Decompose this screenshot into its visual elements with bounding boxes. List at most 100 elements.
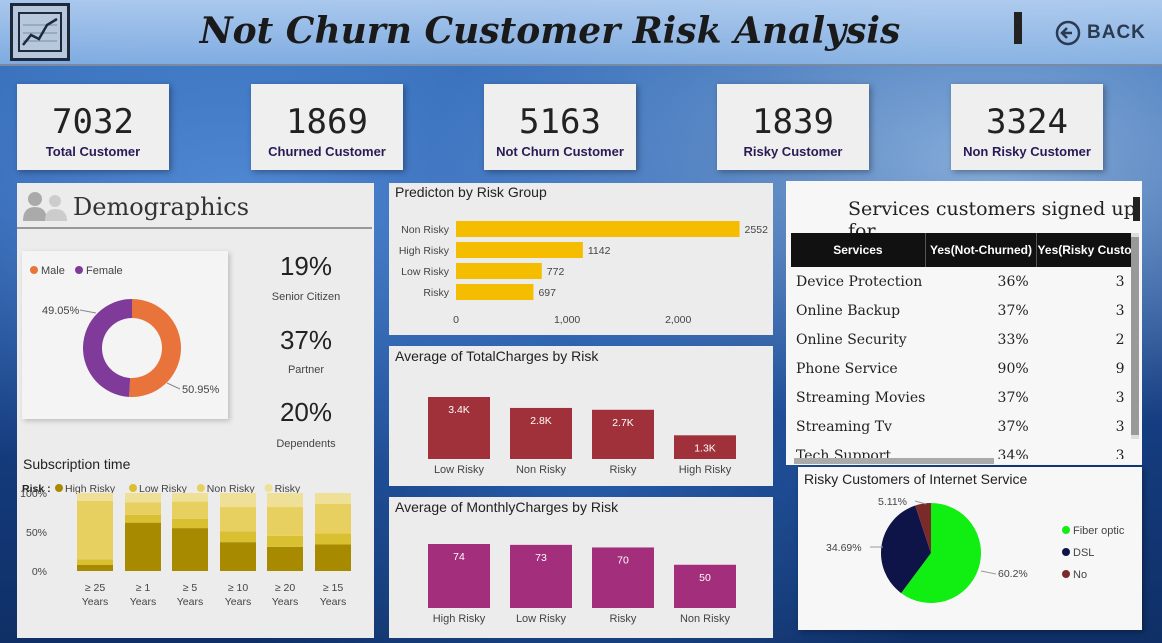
risky-value: 3	[1115, 418, 1125, 435]
stack-segment	[315, 493, 351, 504]
table-row[interactable]: Phone Service 90% 9	[791, 354, 1133, 383]
service-name: Online Security	[796, 331, 907, 348]
subscription-stacked-chart: Risk : High Risky Low Risky Non Risky Risky0…	[20, 483, 351, 608]
x-tick-label: ≥ 20	[275, 582, 296, 594]
people-icon	[23, 192, 67, 221]
col-not-churned[interactable]: Yes(Not-Churned)	[925, 233, 1038, 267]
back-label: BACK	[1087, 22, 1146, 43]
category-label: High Risky	[679, 464, 732, 476]
total-charges-bar-chart: 3.4K Low Risky 2.8K Non Risky 2.7K Risky 1.3K H…	[428, 397, 736, 476]
stack-segment	[77, 559, 113, 565]
x-tick-label: ≥ 25	[85, 582, 106, 594]
stack-segment	[172, 528, 208, 571]
kpi-label: Non Risky Customer	[963, 144, 1091, 159]
demographics-divider	[17, 227, 372, 229]
stack-segment	[267, 493, 303, 508]
col-risky[interactable]: Yes(Risky Custo	[1036, 233, 1133, 267]
legend-dot	[55, 484, 63, 492]
not-churned-value: 37%	[997, 302, 1029, 319]
donut-label-female: 49.05%	[42, 305, 80, 317]
stack-segment	[220, 531, 256, 543]
not-churned-value: 37%	[997, 418, 1029, 435]
service-name: Streaming Movies	[796, 389, 926, 406]
data-label: 3.4K	[448, 404, 470, 416]
x-tick-label: 1,000	[554, 314, 580, 326]
gender-donut-card: Male Female 50.95% 49.05%	[22, 251, 228, 419]
x-tick-label: Years	[225, 596, 251, 608]
legend-dot	[1062, 548, 1070, 556]
service-name: Online Backup	[796, 302, 901, 319]
bar	[456, 263, 542, 279]
legend-label-male: Male	[41, 265, 65, 277]
back-arrow-icon	[1055, 20, 1081, 46]
divider-mark	[1014, 12, 1022, 44]
data-label: 2552	[745, 224, 769, 236]
stack-segment	[172, 501, 208, 519]
horizontal-scrollbar[interactable]	[794, 458, 994, 464]
y-tick-label: 50%	[26, 527, 47, 539]
services-mark	[1133, 197, 1140, 221]
prediction-bar-chart: Non Risky 2552 High Risky 1142 Low Risky 772 R…	[399, 221, 769, 326]
kpi-value: 1839	[752, 102, 834, 142]
risky-value: 3	[1115, 302, 1125, 319]
label-leader-female	[79, 309, 97, 314]
x-tick-label: Years	[177, 596, 203, 608]
category-label: Low Risky	[434, 464, 485, 476]
data-label: 74	[453, 551, 465, 563]
x-tick-label: Years	[130, 596, 156, 608]
stack-segment	[77, 493, 113, 501]
legend-dot-male	[30, 266, 38, 274]
legend-dot	[1062, 526, 1070, 534]
stack-segment	[267, 507, 303, 536]
bar	[456, 284, 534, 300]
legend-label: No	[1073, 569, 1087, 581]
data-label: 73	[535, 552, 547, 564]
table-row[interactable]: Online Security 33% 2	[791, 325, 1133, 354]
data-label: 2.8K	[530, 415, 552, 427]
monthly-charges-bar-chart: 74 High Risky 73 Low Risky 70 Risky 50 Non Risk…	[428, 544, 736, 625]
table-row[interactable]: Device Protection 36% 3	[791, 267, 1133, 296]
not-churned-value: 37%	[997, 389, 1029, 406]
legend-label: DSL	[1073, 547, 1094, 559]
vertical-scrollbar-track[interactable]	[1131, 233, 1139, 439]
not-churned-value: 33%	[997, 331, 1029, 348]
stack-segment	[172, 493, 208, 502]
donut-slice-male	[129, 299, 182, 397]
back-button[interactable]: BACK	[1055, 20, 1146, 46]
table-row[interactable]: Streaming Movies 37% 3	[791, 383, 1133, 412]
partner-value: 37%	[279, 325, 333, 355]
x-tick-label: ≥ 10	[228, 582, 249, 594]
data-label: 50	[699, 572, 711, 584]
senior-citizen-label: Senior Citizen	[271, 291, 341, 303]
internet-service-pie-chart: 60.2% 34.69% 5.11% Fiber optic DSL No	[826, 496, 1125, 603]
table-row[interactable]: Streaming Tv 37% 3	[791, 412, 1133, 441]
category-label: Risky	[423, 287, 449, 299]
data-label: 1142	[588, 245, 611, 257]
demographics-title: Demographics	[73, 193, 250, 221]
vertical-scrollbar-thumb[interactable]	[1131, 237, 1139, 435]
data-label: 697	[538, 287, 556, 299]
table-row[interactable]: Tech Support 34% 3	[791, 441, 1133, 460]
kpi-label: Churned Customer	[268, 144, 386, 159]
x-tick-label: Years	[320, 596, 346, 608]
gender-donut-chart: Male Female 50.95% 49.05%	[30, 265, 220, 397]
stack-segment	[220, 542, 256, 571]
service-name: Phone Service	[796, 360, 898, 377]
col-services[interactable]: Services	[791, 233, 926, 267]
stack-segment	[77, 564, 113, 571]
kpi-value: 1869	[286, 102, 368, 142]
table-row[interactable]: Online Backup 37% 3	[791, 296, 1133, 325]
header-bar: Not Churn Customer Risk Analysis BACK	[0, 0, 1162, 66]
monthly-charges-panel: Average of MonthlyCharges by Risk 74 High…	[389, 497, 773, 638]
dependents-value: 20%	[279, 397, 333, 427]
kpi-total-customer: 7032 Total Customer	[17, 84, 169, 170]
stack-segment	[267, 535, 303, 547]
services-table: Services Yes(Not-Churned) Yes(Risky Cust…	[791, 233, 1133, 459]
stack-segment	[125, 493, 161, 503]
bar	[456, 221, 740, 237]
legend-dot	[196, 484, 205, 492]
service-name: Tech Support	[796, 447, 892, 460]
kpi-churned-customer: 1869 Churned Customer	[251, 84, 403, 170]
category-label: Non Risky	[680, 613, 731, 625]
category-label: Non Risky	[401, 224, 450, 236]
